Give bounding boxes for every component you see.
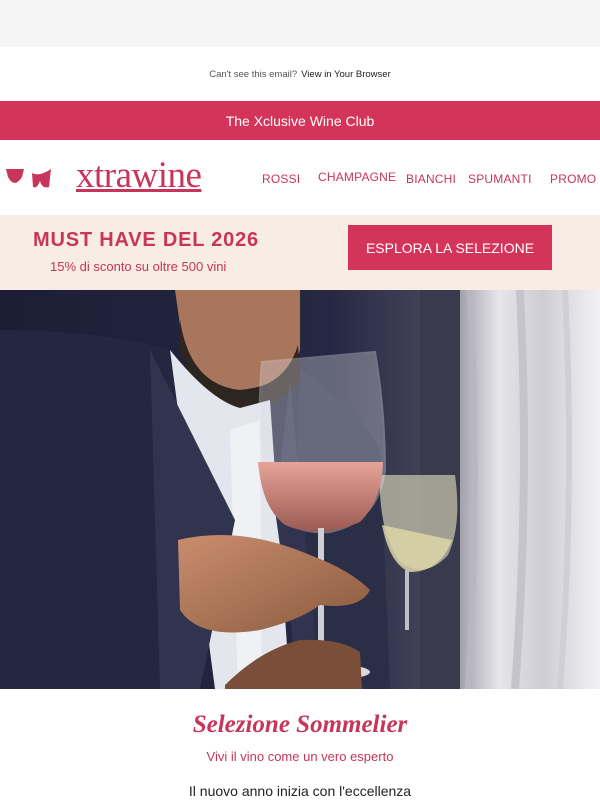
sommelier-section: Selezione Sommelier Vivi il vino come un… [0, 689, 600, 799]
nav-link-promo[interactable]: PROMO [550, 172, 596, 186]
promo-strip: MUST HAVE DEL 2026 15% di sconto su oltr… [0, 215, 600, 290]
nav-link-spumanti[interactable]: SPUMANTI [468, 172, 532, 186]
brand-logo[interactable]: xtrawine [76, 154, 202, 197]
view-in-browser-link[interactable]: View in Your Browser [301, 69, 391, 80]
preheader: Can't see this email? View in Your Brows… [0, 47, 600, 101]
hero-image[interactable] [0, 290, 600, 689]
hero-photo-man-holding-wine-glasses [0, 290, 600, 689]
club-banner[interactable]: The Xclusive Wine Club [0, 101, 600, 140]
section-body: Il nuovo anno inizia con l'eccellenza [188, 783, 412, 799]
nav-link-rossi[interactable]: ROSSI [262, 172, 300, 186]
nav-link-champagne[interactable]: CHAMPAGNE [318, 170, 396, 184]
club-banner-label: The Xclusive Wine Club [225, 112, 375, 129]
nav-link-bianchi[interactable]: BIANCHI [406, 172, 456, 186]
promo-title: MUST HAVE DEL 2026 [33, 229, 259, 251]
preheader-text: Can't see this email? [209, 68, 298, 80]
section-title: Selezione Sommelier [192, 711, 408, 738]
wine-glasses-logo-icon[interactable] [6, 167, 52, 191]
explore-selection-button[interactable]: ESPLORA LA SELEZIONE [348, 225, 552, 270]
section-subtitle: Vivi il vino come un vero esperto [206, 749, 394, 764]
promo-subtitle: 15% di sconto su oltre 500 vini [50, 259, 227, 274]
top-spacer [0, 0, 600, 47]
main-nav: xtrawine ROSSI CHAMPAGNE BIANCHI SPUMANT… [0, 140, 600, 215]
